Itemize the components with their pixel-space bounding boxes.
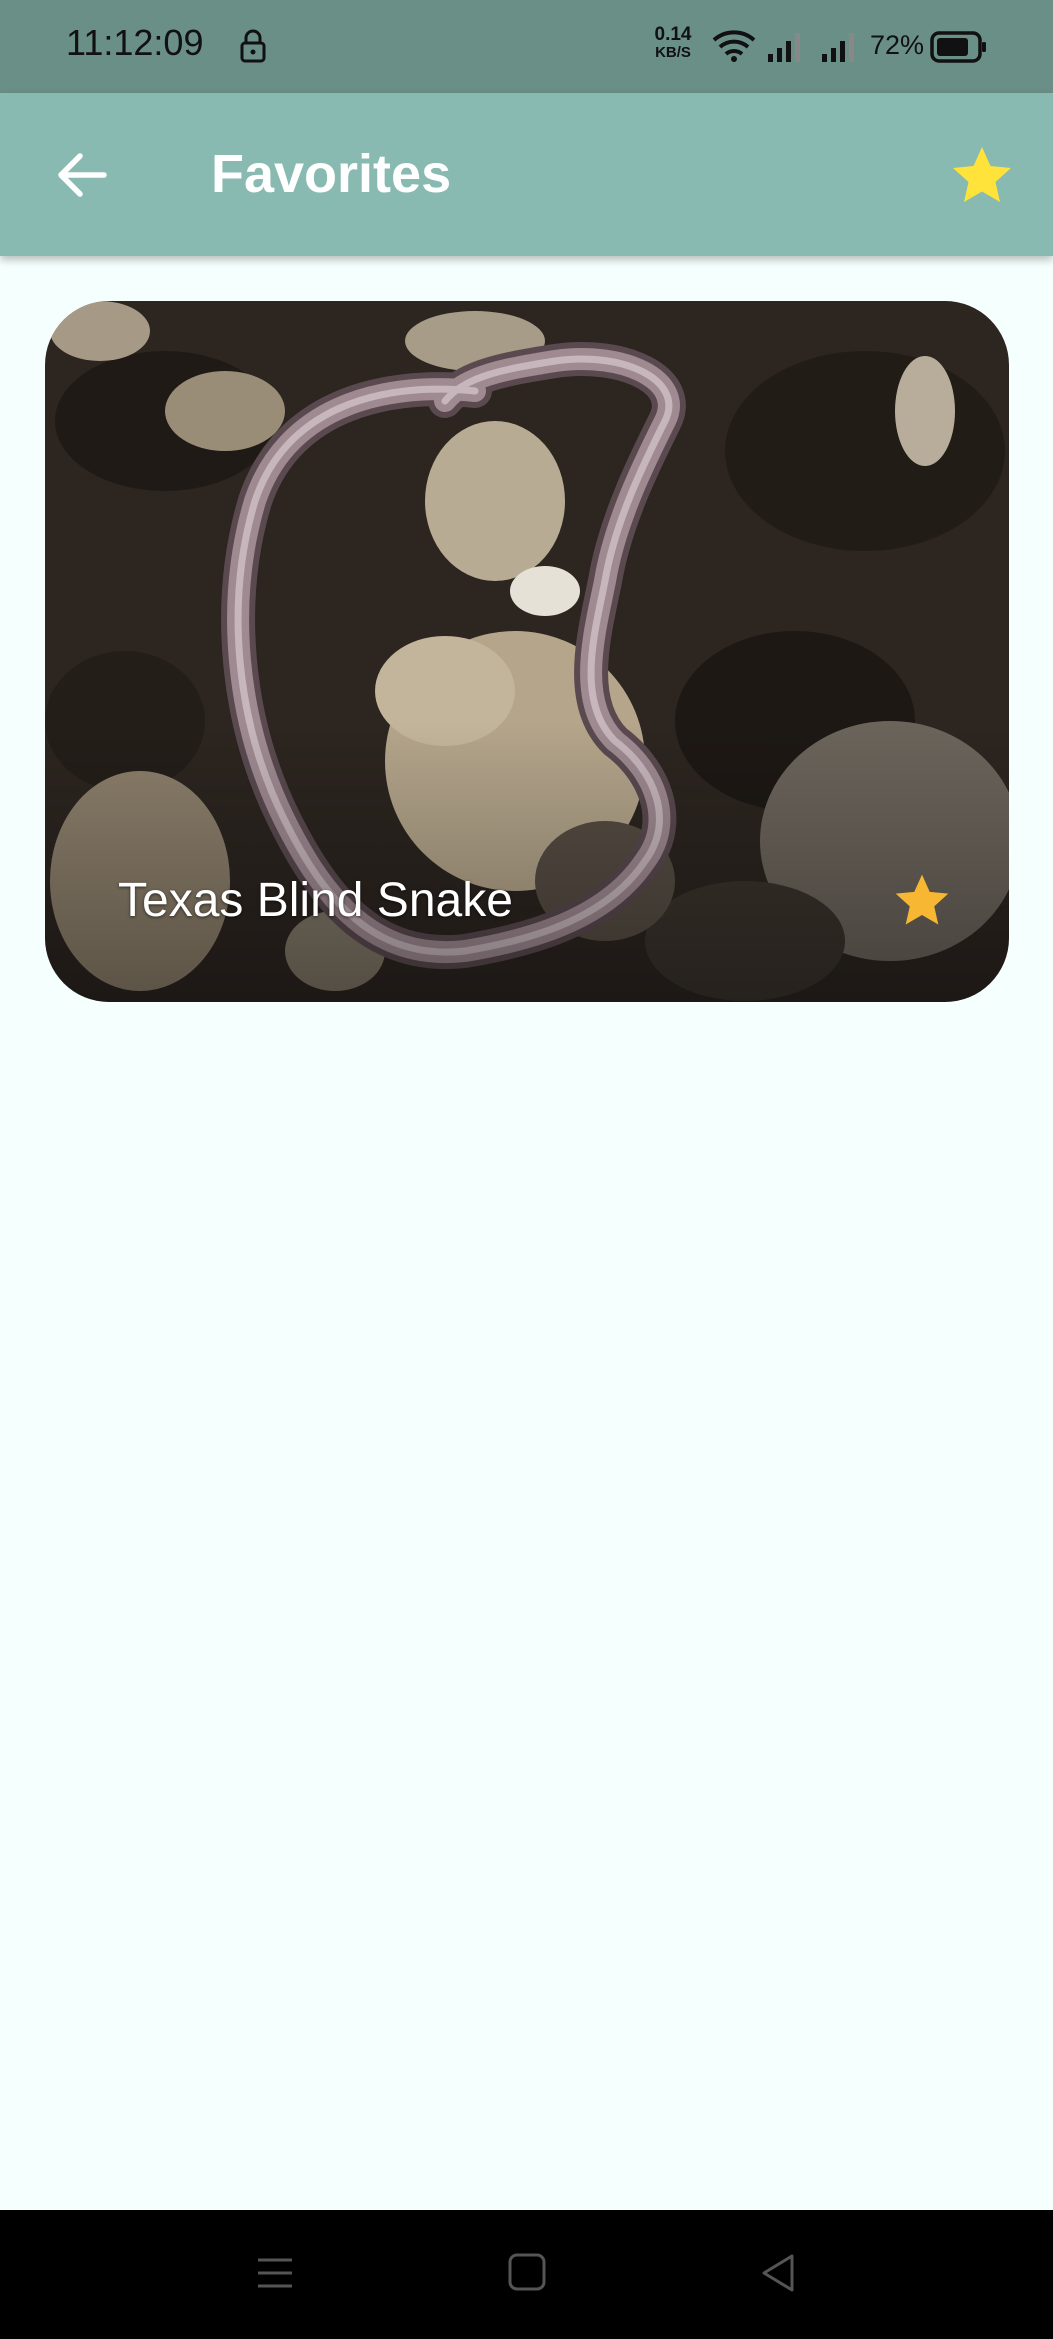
wifi-icon bbox=[712, 30, 756, 62]
star-icon[interactable] bbox=[950, 143, 1014, 207]
home-icon[interactable] bbox=[505, 2250, 549, 2294]
cell-signal-icon bbox=[768, 33, 800, 62]
back-arrow-icon[interactable] bbox=[50, 143, 114, 207]
page-title: Favorites bbox=[211, 144, 452, 204]
network-speed: 0.14 KB/S bbox=[650, 24, 696, 62]
status-time: 11:12:09 bbox=[66, 22, 204, 63]
favorite-name: Texas Blind Snake bbox=[118, 874, 513, 927]
favorite-card[interactable]: Texas Blind Snake bbox=[45, 301, 1009, 1002]
menu-icon[interactable] bbox=[255, 2248, 295, 2298]
system-nav-bar bbox=[0, 2210, 1053, 2339]
network-speed-unit: KB/S bbox=[655, 44, 691, 61]
cell-signal-icon bbox=[822, 33, 854, 62]
battery-percentage: 72% bbox=[870, 30, 925, 60]
battery-icon bbox=[930, 31, 986, 63]
status-bar: 11:12:09 0.14 KB/S 72% bbox=[0, 0, 1053, 93]
favorite-star-icon[interactable] bbox=[893, 871, 951, 929]
back-triangle-icon[interactable] bbox=[756, 2248, 800, 2298]
lock-icon bbox=[240, 29, 266, 63]
network-speed-value: 0.14 bbox=[654, 24, 692, 45]
app-bar: Favorites bbox=[0, 93, 1053, 256]
